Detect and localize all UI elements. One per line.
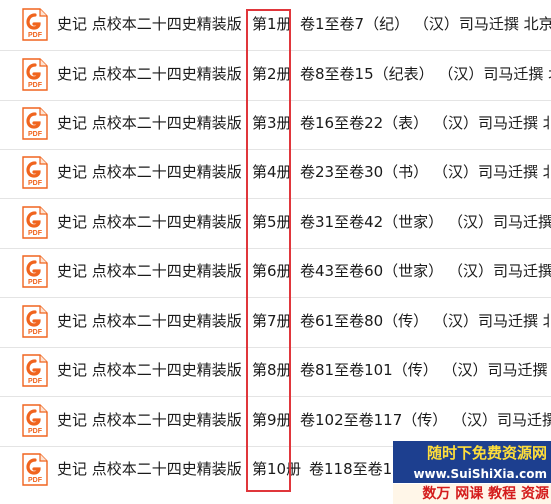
file-title: 史记 点校本二十四史精装版 <box>57 15 242 33</box>
file-volume: 第9册 <box>252 411 292 429</box>
file-range: 卷23至卷30（书） （汉）司马迁撰 北 <box>300 163 551 181</box>
pdf-icon-label: PDF <box>28 82 43 89</box>
pdf-icon: PDF <box>22 255 48 288</box>
pdf-icon: PDF <box>22 305 48 338</box>
file-row[interactable]: PDF 史记 点校本二十四史精装版 第9册 卷102至卷117（传） （汉）司马迁撰 <box>0 396 551 447</box>
watermark-slogan: 数万 网课 教程 资源 <box>393 484 551 504</box>
pdf-icon-label: PDF <box>28 180 43 187</box>
pdf-icon-label: PDF <box>28 279 43 286</box>
pdf-icon: PDF <box>22 156 48 189</box>
pdf-icon-label: PDF <box>28 329 43 336</box>
pdf-icon-label: PDF <box>28 428 43 435</box>
file-volume: 第8册 <box>252 361 292 379</box>
file-row[interactable]: PDF 史记 点校本二十四史精装版 第3册 卷16至卷22（表） （汉）司马迁撰 北 <box>0 99 551 150</box>
pdf-icon: PDF <box>22 404 48 437</box>
file-range: 卷81至卷101（传） （汉）司马迁撰 <box>300 361 548 379</box>
pdf-icon-label: PDF <box>28 378 43 385</box>
pdf-icon-label: PDF <box>28 477 43 484</box>
file-row[interactable]: PDF 史记 点校本二十四史精装版 第1册 卷1至卷7（纪） （汉）司马迁撰 北京 <box>0 0 551 51</box>
pdf-icon: PDF <box>22 8 48 41</box>
file-list: PDF 史记 点校本二十四史精装版 第1册 卷1至卷7（纪） （汉）司马迁撰 北京 PD… <box>0 0 551 504</box>
file-title: 史记 点校本二十四史精装版 <box>57 213 242 231</box>
pdf-icon-label: PDF <box>28 32 43 39</box>
file-range: 卷43至卷60（世家） （汉）司马迁撰 <box>300 262 551 280</box>
file-range: 卷1至卷7（纪） （汉）司马迁撰 北京 <box>300 15 551 33</box>
file-row[interactable]: PDF 史记 点校本二十四史精装版 第6册 卷43至卷60（世家） （汉）司马迁撰 <box>0 247 551 298</box>
file-title: 史记 点校本二十四史精装版 <box>57 65 242 83</box>
file-volume: 第2册 <box>252 65 292 83</box>
file-title: 史记 点校本二十四史精装版 <box>57 114 242 132</box>
pdf-icon: PDF <box>22 58 48 91</box>
file-range: 卷118至卷1 <box>309 460 393 478</box>
pdf-icon: PDF <box>22 453 48 486</box>
file-volume: 第10册 <box>252 460 302 478</box>
pdf-icon: PDF <box>22 107 48 140</box>
file-title: 史记 点校本二十四史精装版 <box>57 460 242 478</box>
file-range: 卷8至卷15（纪表） （汉）司马迁撰 北 <box>300 65 551 83</box>
pdf-icon: PDF <box>22 206 48 239</box>
file-row[interactable]: PDF 史记 点校本二十四史精装版 第4册 卷23至卷30（书） （汉）司马迁撰 北 <box>0 148 551 199</box>
file-title: 史记 点校本二十四史精装版 <box>57 262 242 280</box>
watermark-title: 随时下免费资源网 <box>393 441 551 465</box>
pdf-icon-label: PDF <box>28 131 43 138</box>
watermark: 随时下免费资源网 www.SuiShiXia.com 数万 网课 教程 资源 <box>393 441 551 504</box>
file-volume: 第6册 <box>252 262 292 280</box>
file-row[interactable]: PDF 史记 点校本二十四史精装版 第7册 卷61至卷80（传） （汉）司马迁撰 北 <box>0 297 551 348</box>
file-volume: 第7册 <box>252 312 292 330</box>
file-volume: 第3册 <box>252 114 292 132</box>
file-range: 卷61至卷80（传） （汉）司马迁撰 北 <box>300 312 551 330</box>
file-range: 卷102至卷117（传） （汉）司马迁撰 <box>300 411 551 429</box>
file-range: 卷16至卷22（表） （汉）司马迁撰 北 <box>300 114 551 132</box>
file-title: 史记 点校本二十四史精装版 <box>57 312 242 330</box>
pdf-icon-label: PDF <box>28 230 43 237</box>
file-row[interactable]: PDF 史记 点校本二十四史精装版 第8册 卷81至卷101（传） （汉）司马迁撰 <box>0 346 551 397</box>
file-title: 史记 点校本二十四史精装版 <box>57 361 242 379</box>
file-title: 史记 点校本二十四史精装版 <box>57 163 242 181</box>
file-title: 史记 点校本二十四史精装版 <box>57 411 242 429</box>
pdf-icon: PDF <box>22 354 48 387</box>
file-volume: 第5册 <box>252 213 292 231</box>
file-row[interactable]: PDF 史记 点校本二十四史精装版 第2册 卷8至卷15（纪表） （汉）司马迁撰 北 <box>0 50 551 101</box>
watermark-url: www.SuiShiXia.com <box>393 465 551 483</box>
file-range: 卷31至卷42（世家） （汉）司马迁撰 <box>300 213 551 231</box>
file-volume: 第4册 <box>252 163 292 181</box>
file-volume: 第1册 <box>252 15 292 33</box>
file-row[interactable]: PDF 史记 点校本二十四史精装版 第5册 卷31至卷42（世家） （汉）司马迁撰 <box>0 198 551 249</box>
